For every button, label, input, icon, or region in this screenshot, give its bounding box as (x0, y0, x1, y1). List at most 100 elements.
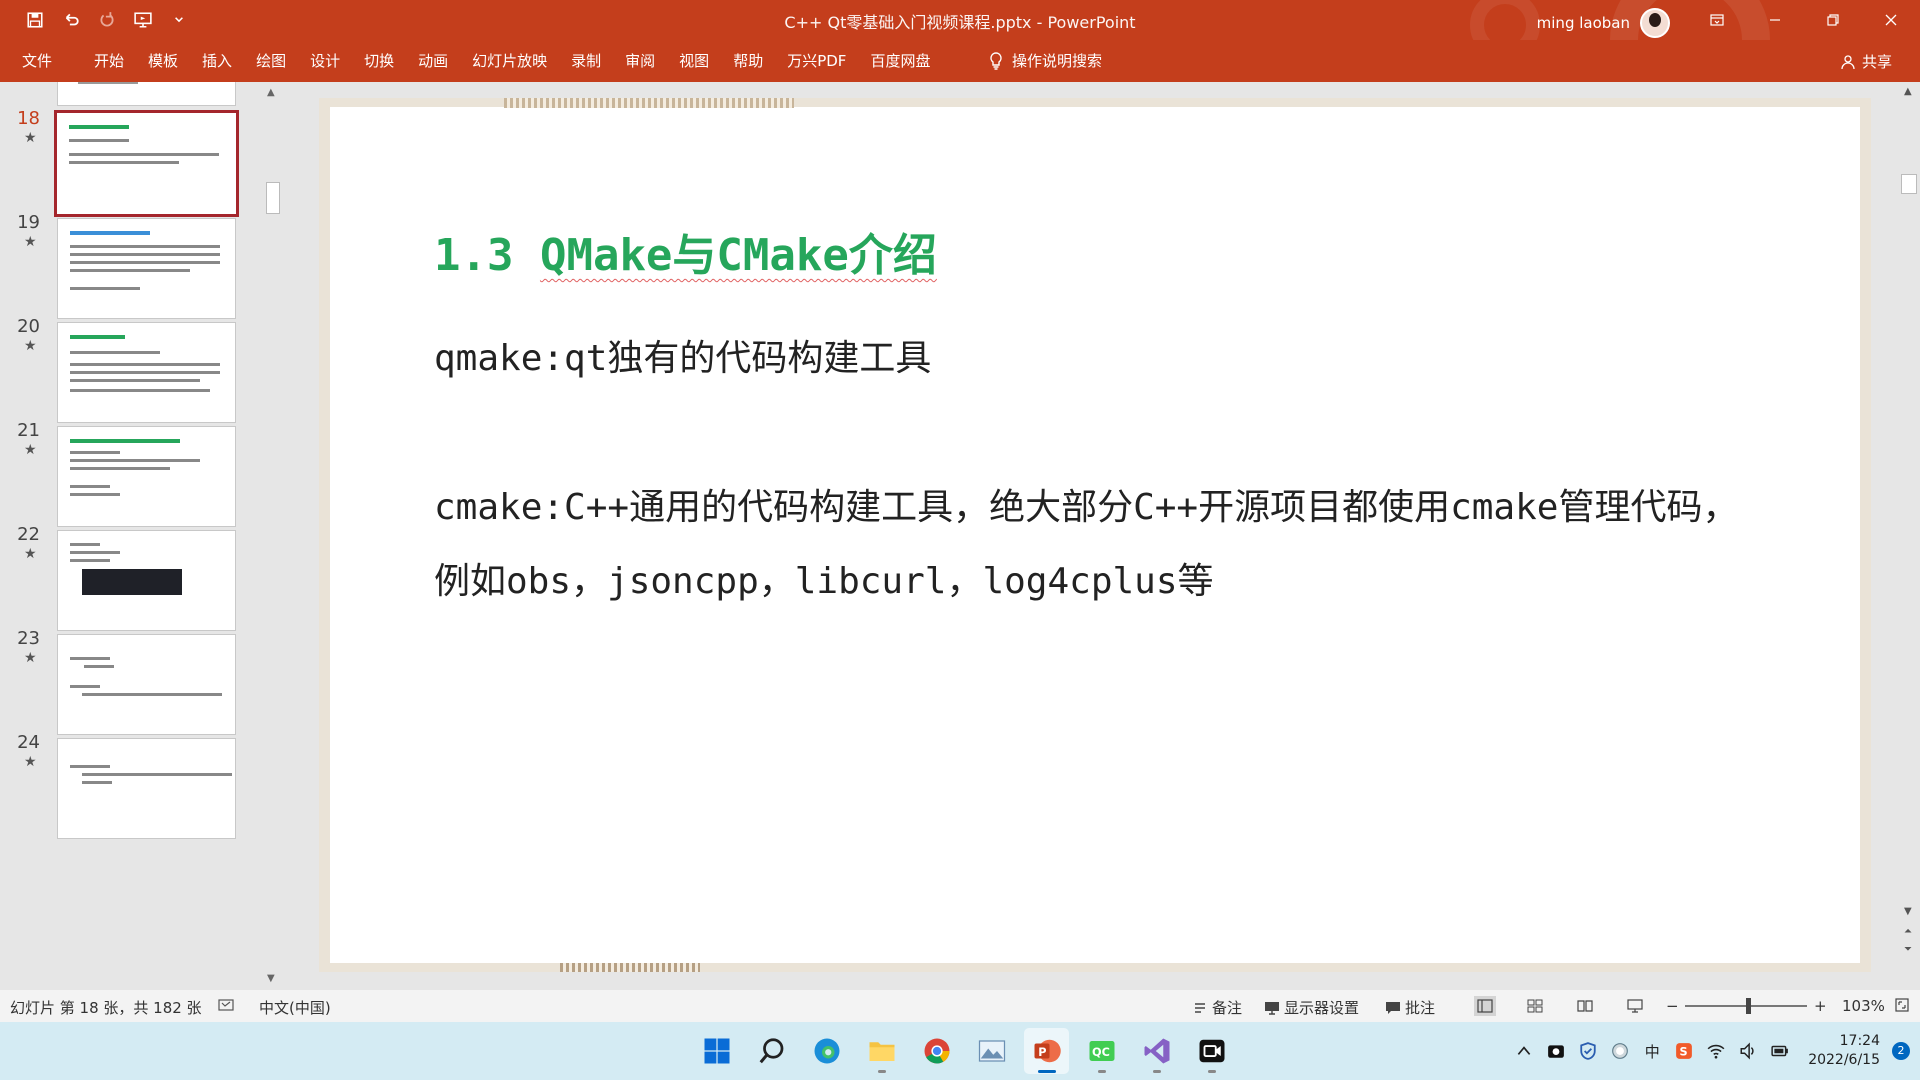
previous-slide-icon[interactable]: ⏶ (1904, 926, 1912, 937)
slide-scrollbar[interactable]: ▲ ▼ ⏶ ⏷ (1898, 82, 1920, 990)
thumbnail-slide-20[interactable]: 20 ★ (0, 316, 265, 426)
zoom-in-button[interactable]: + (1814, 997, 1827, 1015)
slide-thumbnail-pane[interactable]: 18 ★ 19 ★ 20 ★ 21 ★ 22 ★ 23 ★ 24 ★ (0, 82, 265, 990)
slide-thumbnail[interactable] (57, 322, 236, 423)
slide-paragraph-cmake[interactable]: cmake:C++通用的代码构建工具，绝大部分C++开源项目都使用cmake管理… (434, 471, 1754, 619)
tab-design[interactable]: 设计 (298, 50, 352, 72)
close-icon[interactable] (1862, 0, 1920, 40)
notification-badge[interactable]: 2 (1892, 1042, 1910, 1060)
animation-star-icon: ★ (24, 234, 37, 250)
avatar[interactable] (1640, 8, 1670, 38)
scrollbar-thumb[interactable] (1901, 174, 1917, 194)
chevron-up-icon[interactable] (1514, 1041, 1534, 1061)
tab-animations[interactable]: 动画 (406, 50, 460, 72)
battery-icon[interactable] (1770, 1041, 1790, 1061)
language-indicator[interactable]: 中文(中国) (259, 997, 331, 1018)
screen-recorder-icon[interactable] (1189, 1028, 1234, 1074)
tab-baidu-netdisk[interactable]: 百度网盘 (858, 50, 942, 72)
tab-help[interactable]: 帮助 (721, 50, 775, 72)
volume-icon[interactable] (1738, 1041, 1758, 1061)
slide-title[interactable]: 1.3 QMake与CMake介绍 (434, 219, 937, 283)
search-icon[interactable] (749, 1028, 794, 1074)
user-account[interactable]: ming laoban (1537, 8, 1670, 38)
tab-review[interactable]: 审阅 (613, 50, 667, 72)
slide-thumbnail[interactable] (54, 110, 239, 217)
zoom-level[interactable]: 103% (1842, 997, 1885, 1015)
scroll-down-icon[interactable]: ▼ (267, 974, 277, 984)
tab-draw[interactable]: 绘图 (244, 50, 298, 72)
start-menu-icon[interactable] (694, 1028, 739, 1074)
tab-insert[interactable]: 插入 (190, 50, 244, 72)
slide-paragraph-qmake[interactable]: qmake:qt独有的代码构建工具 (434, 329, 931, 381)
ribbon-tabs: 文件 开始 模板 插入 绘图 设计 切换 动画 幻灯片放映 录制 审阅 视图 帮… (10, 50, 942, 72)
comments-button[interactable]: 批注 (1385, 997, 1435, 1018)
scroll-up-icon[interactable]: ▲ (267, 88, 277, 98)
slide-title-number: 1.3 (434, 230, 540, 281)
scroll-up-icon[interactable]: ▲ (1904, 86, 1912, 97)
slide-sorter-view-icon[interactable] (1524, 996, 1546, 1016)
animation-star-icon: ★ (24, 650, 37, 666)
status-bar: 幻灯片 第 18 张，共 182 张 中文(中国) 备注 显示器设置 批注 − … (0, 990, 1920, 1022)
slide-thumbnail[interactable] (57, 738, 236, 839)
scroll-down-icon[interactable]: ▼ (1904, 906, 1912, 917)
display-settings-button[interactable]: 显示器设置 (1264, 997, 1359, 1018)
scrollbar-thumb[interactable] (266, 182, 280, 214)
slideshow-view-icon[interactable] (1624, 996, 1646, 1016)
thumbnail-slide-21[interactable]: 21 ★ (0, 420, 265, 530)
sogou-input-icon[interactable]: S (1674, 1041, 1694, 1061)
windows-taskbar: P QC 中 S 17:24 2022/6/15 2 (0, 1022, 1920, 1080)
zoom-out-button[interactable]: − (1666, 997, 1679, 1015)
chrome-icon[interactable] (914, 1028, 959, 1074)
normal-view-icon[interactable] (1474, 996, 1496, 1016)
zoom-slider-thumb[interactable] (1746, 998, 1751, 1014)
reading-view-icon[interactable] (1574, 996, 1596, 1016)
thumbnail-scrollbar[interactable]: ▲ ▼ (263, 82, 281, 990)
powerpoint-app-icon[interactable]: P (1024, 1028, 1069, 1074)
display-settings-label: 显示器设置 (1284, 999, 1360, 1017)
wifi-icon[interactable] (1706, 1041, 1726, 1061)
qt-creator-icon[interactable]: QC (1079, 1028, 1124, 1074)
thumbnail-slide-23[interactable]: 23 ★ (0, 628, 265, 738)
ime-indicator[interactable]: 中 (1642, 1041, 1662, 1061)
thumbnail-slide-18[interactable]: 18 ★ (0, 108, 265, 218)
thumbnail-slide-22[interactable]: 22 ★ (0, 524, 265, 634)
edge-browser-icon[interactable] (804, 1028, 849, 1074)
thumbnail-slide-19[interactable]: 19 ★ (0, 212, 265, 322)
slide-counter[interactable]: 幻灯片 第 18 张，共 182 张 (10, 997, 202, 1018)
slide-thumbnail[interactable] (57, 218, 236, 319)
minimize-icon[interactable] (1746, 0, 1804, 40)
fit-to-window-icon[interactable] (1894, 997, 1910, 1013)
tab-slideshow[interactable]: 幻灯片放映 (460, 50, 559, 72)
share-button[interactable]: 共享 (1840, 51, 1892, 72)
thumbnail-partial-slide-17[interactable] (57, 82, 236, 106)
current-slide[interactable]: 1.3 QMake与CMake介绍 qmake:qt独有的代码构建工具 cmak… (330, 98, 1860, 972)
sync-circle-icon[interactable] (1610, 1041, 1630, 1061)
next-slide-icon[interactable]: ⏷ (1904, 944, 1912, 955)
comment-icon (1386, 1001, 1400, 1014)
clock[interactable]: 17:24 2022/6/15 (1808, 1032, 1880, 1070)
ribbon-display-options-icon[interactable] (1688, 0, 1746, 40)
shield-icon[interactable] (1578, 1041, 1598, 1061)
photos-app-icon[interactable] (969, 1028, 1014, 1074)
slide-editing-area[interactable]: 1.3 QMake与CMake介绍 qmake:qt独有的代码构建工具 cmak… (283, 82, 1898, 990)
tab-templates[interactable]: 模板 (136, 50, 190, 72)
tab-home[interactable]: 开始 (64, 50, 136, 72)
file-explorer-icon[interactable] (859, 1028, 904, 1074)
visual-studio-icon[interactable] (1134, 1028, 1179, 1074)
camera-tray-icon[interactable] (1546, 1041, 1566, 1061)
slide-thumbnail[interactable] (57, 634, 236, 735)
tab-record[interactable]: 录制 (559, 50, 613, 72)
slide-thumbnail[interactable] (57, 426, 236, 527)
accessibility-icon[interactable] (218, 997, 234, 1013)
slide-thumbnail[interactable] (57, 530, 236, 631)
notes-button[interactable]: 备注 (1192, 997, 1242, 1018)
tab-view[interactable]: 视图 (667, 50, 721, 72)
tab-file[interactable]: 文件 (10, 50, 64, 72)
tab-transitions[interactable]: 切换 (352, 50, 406, 72)
tab-wondershare-pdf[interactable]: 万兴PDF (775, 50, 858, 72)
slide-title-text: QMake与CMake介绍 (539, 230, 937, 281)
thumbnail-slide-24[interactable]: 24 ★ (0, 732, 265, 842)
clock-time: 17:24 (1839, 1033, 1880, 1049)
tell-me-search[interactable]: 操作说明搜索 (988, 50, 1102, 71)
restore-icon[interactable] (1804, 0, 1862, 40)
